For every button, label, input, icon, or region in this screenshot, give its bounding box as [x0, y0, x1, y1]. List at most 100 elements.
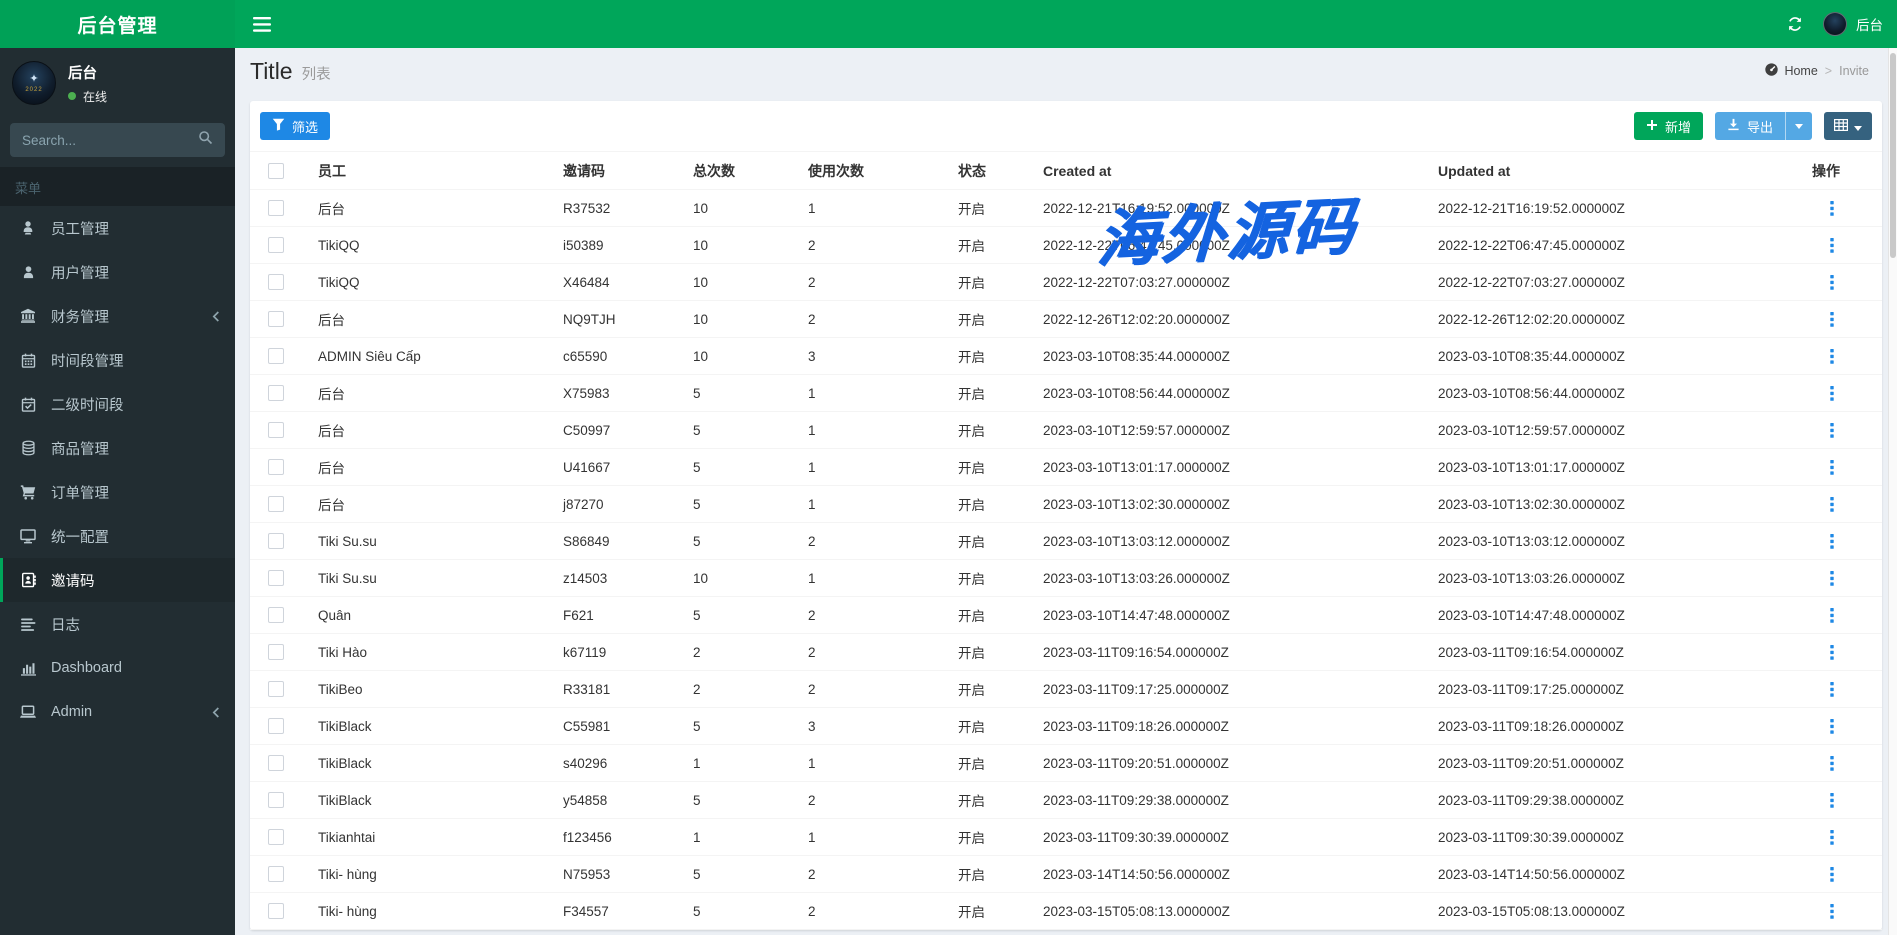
cell-used: 2 — [800, 892, 950, 930]
sidebar-item-员工管理[interactable]: 员工管理 — [0, 206, 235, 250]
cell-status: 开启 — [950, 411, 1035, 449]
row-checkbox[interactable] — [268, 200, 284, 217]
row-actions-button[interactable] — [1824, 827, 1840, 848]
row-actions-button[interactable] — [1824, 716, 1840, 737]
sidebar-item-Admin[interactable]: Admin — [0, 690, 235, 734]
cell-code: R37532 — [555, 189, 685, 227]
row-actions-button[interactable] — [1824, 753, 1840, 774]
row-actions-button[interactable] — [1824, 531, 1840, 552]
cell-code: k67119 — [555, 633, 685, 671]
cell-employee: Tiki Su.su — [310, 522, 555, 560]
export-button[interactable]: 导出 — [1714, 112, 1785, 140]
row-actions-button[interactable] — [1824, 679, 1840, 700]
user-name: 后台 — [68, 65, 97, 82]
table-row: 后台 NQ9TJH 10 2 开启 2022-12-26T12:02:20.000000Z… — [250, 300, 1882, 338]
header-updated: Updated at — [1430, 151, 1790, 190]
cell-used: 2 — [800, 670, 950, 708]
row-checkbox[interactable] — [268, 792, 284, 809]
cell-used: 1 — [800, 485, 950, 523]
sidebar-item-邀请码[interactable]: 邀请码 — [0, 558, 235, 602]
row-actions-button[interactable] — [1824, 494, 1840, 515]
row-checkbox[interactable] — [268, 348, 284, 365]
row-checkbox[interactable] — [268, 274, 284, 291]
search-input[interactable]: Search... — [10, 123, 225, 157]
hamburger-icon[interactable] — [249, 11, 275, 38]
sidebar-item-用户管理[interactable]: 用户管理 — [0, 250, 235, 294]
search-icon[interactable] — [198, 130, 213, 150]
sidebar-item-时间段管理[interactable]: 时间段管理 — [0, 338, 235, 382]
row-checkbox[interactable] — [268, 570, 284, 587]
address-book-icon — [18, 572, 38, 588]
cell-employee: ADMIN Siêu Cấp — [310, 337, 555, 375]
row-checkbox[interactable] — [268, 607, 284, 624]
sidebar-item-订单管理[interactable]: 订单管理 — [0, 470, 235, 514]
cell-total: 2 — [685, 633, 800, 671]
sidebar-item-label: 员工管理 — [51, 221, 109, 238]
cell-code: f123456 — [555, 818, 685, 856]
sidebar-item-label: 时间段管理 — [51, 353, 124, 370]
brand-logo[interactable]: 后台管理 — [0, 0, 235, 48]
sidebar-item-二级时间段[interactable]: 二级时间段 — [0, 382, 235, 426]
row-actions-button[interactable] — [1824, 790, 1840, 811]
row-actions-button[interactable] — [1824, 198, 1840, 219]
scrollbar-thumb[interactable] — [1890, 53, 1896, 258]
cell-status: 开启 — [950, 707, 1035, 745]
row-checkbox[interactable] — [268, 755, 284, 772]
cell-used: 1 — [800, 818, 950, 856]
row-actions-button[interactable] — [1824, 901, 1840, 922]
row-checkbox[interactable] — [268, 681, 284, 698]
row-actions-button[interactable] — [1824, 605, 1840, 626]
export-menu-caret[interactable] — [1785, 112, 1812, 140]
chevron-left-icon — [212, 706, 220, 718]
row-actions-button[interactable] — [1824, 420, 1840, 441]
row-actions-button[interactable] — [1824, 864, 1840, 885]
row-checkbox[interactable] — [268, 866, 284, 883]
row-actions-button[interactable] — [1824, 383, 1840, 404]
row-checkbox[interactable] — [268, 311, 284, 328]
header-employee: 员工 — [310, 151, 555, 190]
cell-updated: 2023-03-11T09:16:54.000000Z — [1430, 633, 1790, 671]
cell-updated: 2022-12-22T07:03:27.000000Z — [1430, 263, 1790, 301]
row-checkbox[interactable] — [268, 644, 284, 661]
columns-toggle-button[interactable] — [1824, 112, 1872, 140]
row-checkbox[interactable] — [268, 422, 284, 439]
row-actions-button[interactable] — [1824, 309, 1840, 330]
bank-icon — [18, 308, 38, 324]
sidebar-item-商品管理[interactable]: 商品管理 — [0, 426, 235, 470]
row-checkbox[interactable] — [268, 718, 284, 735]
app-root: 后台管理 ✦ 2022 后台 在线 Search... 菜单 员工管理 用户管理财… — [0, 0, 1897, 935]
row-actions-button[interactable] — [1824, 568, 1840, 589]
content-header: Title 列表 Home > Invite — [235, 48, 1897, 91]
cell-status: 开启 — [950, 448, 1035, 486]
sidebar-item-Dashboard[interactable]: Dashboard — [0, 646, 235, 690]
cell-status: 开启 — [950, 670, 1035, 708]
sidebar-item-日志[interactable]: 日志 — [0, 602, 235, 646]
sidebar-item-财务管理[interactable]: 财务管理 — [0, 294, 235, 338]
breadcrumb-current: Invite — [1839, 64, 1869, 78]
user-icon — [18, 265, 38, 280]
row-actions-button[interactable] — [1824, 346, 1840, 367]
row-actions-button[interactable] — [1824, 272, 1840, 293]
breadcrumb-home-link[interactable]: Home — [1764, 62, 1818, 80]
cell-used: 1 — [800, 411, 950, 449]
row-checkbox[interactable] — [268, 903, 284, 920]
cell-employee: 后台 — [310, 411, 555, 449]
row-checkbox[interactable] — [268, 829, 284, 846]
add-button[interactable]: 新增 — [1633, 112, 1703, 140]
row-checkbox[interactable] — [268, 533, 284, 550]
row-actions-button[interactable] — [1824, 642, 1840, 663]
row-checkbox[interactable] — [268, 459, 284, 476]
row-actions-button[interactable] — [1824, 457, 1840, 478]
cell-total: 2 — [685, 670, 800, 708]
row-checkbox[interactable] — [268, 385, 284, 402]
row-checkbox[interactable] — [268, 237, 284, 254]
filter-button[interactable]: 筛选 — [260, 112, 331, 140]
sidebar-item-统一配置[interactable]: 统一配置 — [0, 514, 235, 558]
refresh-icon[interactable] — [1787, 16, 1803, 32]
row-checkbox[interactable] — [268, 496, 284, 513]
topbar-user-menu[interactable]: 后台 — [1823, 12, 1883, 36]
invite-list-card: 筛选 新增 导出 员工 邀请码 总次数 使用次数 状态 Created at U… — [250, 101, 1882, 930]
select-all-checkbox[interactable] — [268, 163, 284, 180]
cell-employee: 后台 — [310, 448, 555, 486]
row-actions-button[interactable] — [1824, 235, 1840, 256]
